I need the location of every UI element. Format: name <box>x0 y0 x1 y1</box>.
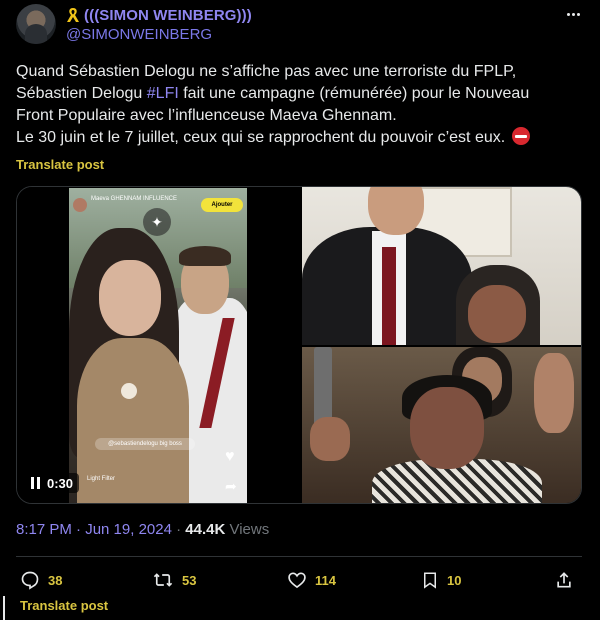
bookmark-icon <box>424 572 436 589</box>
like-button[interactable]: 114 <box>287 568 336 592</box>
video-frame: Maeva GHENNAM INFLUENCE Ajouter ✦ @sebas… <box>69 188 247 503</box>
timestamp-link[interactable]: 8:17 PM · Jun 19, 2024 <box>16 521 172 538</box>
photo-hand <box>310 417 350 461</box>
video-pendant <box>121 383 137 399</box>
photo-man-tie <box>382 247 396 345</box>
tweet: (((SIMON WEINBERG))) @SIMONWEINBERG Quan… <box>0 0 600 620</box>
tweet-line-3: Front Populaire avec l’influenceuse Maev… <box>16 107 397 124</box>
video-player[interactable]: Maeva GHENNAM INFLUENCE Ajouter ✦ @sebas… <box>17 187 301 503</box>
video-channel-name: Maeva GHENNAM INFLUENCE <box>91 196 178 202</box>
no-entry-icon <box>511 127 530 145</box>
action-bar: 38 53 114 10 <box>16 568 582 592</box>
views-label: Views <box>225 521 270 538</box>
video-controls[interactable]: 0:30 <box>25 473 80 493</box>
reply-count: 38 <box>48 572 63 588</box>
focus-indicator <box>3 596 5 620</box>
author-avatar[interactable] <box>16 4 56 44</box>
yellow-ribbon-icon <box>66 7 80 23</box>
tweet-text-segment: Sébastien Delogu <box>16 85 147 102</box>
share-arrow-icon: ➦ <box>225 478 237 494</box>
bookmark-button[interactable]: 10 <box>421 568 461 592</box>
repost-count: 53 <box>182 572 197 588</box>
tweet-text-segment: fait une campagne (rémunérée) pour le No… <box>178 85 530 102</box>
tweet-text: Quand Sébastien Delogu ne s’affiche pas … <box>16 61 586 149</box>
like-count: 114 <box>315 572 336 588</box>
author-handle[interactable]: @SIMONWEINBERG <box>66 26 212 43</box>
media-right-column <box>302 187 581 503</box>
photo-woman-face <box>468 285 526 343</box>
tweet-meta: 8:17 PM · Jun 19, 2024 · 44.4K Views <box>16 521 269 538</box>
dot-icon <box>566 12 570 16</box>
video-follow-label: Ajouter <box>211 202 233 208</box>
media-grid: Maeva GHENNAM INFLUENCE Ajouter ✦ @sebas… <box>16 186 582 504</box>
author-name-row: (((SIMON WEINBERG))) <box>66 6 252 24</box>
bookmark-count: 10 <box>447 572 462 588</box>
more-options-button[interactable] <box>562 6 584 22</box>
tweet-line-4: Le 30 juin et le 7 juillet, ceux qui se … <box>16 127 586 149</box>
tweet-line-1: Quand Sébastien Delogu ne s’affiche pas … <box>16 63 517 80</box>
dot-icon <box>571 12 575 16</box>
pause-icon[interactable] <box>31 477 41 489</box>
heart-icon: ♥ <box>225 448 235 465</box>
photo-raised-hand <box>534 353 574 433</box>
translate-post-link-bottom[interactable]: Translate post <box>20 598 108 613</box>
photo-woman-face <box>410 387 484 469</box>
divider <box>16 556 582 557</box>
meta-separator: · <box>171 521 186 538</box>
video-woman-face <box>99 260 161 336</box>
video-channel-avatar <box>73 198 87 212</box>
tweet-line-2: Sébastien Delogu #LFI fait une campagne … <box>16 83 586 105</box>
reply-button[interactable]: 38 <box>20 568 62 592</box>
hashtag-link[interactable]: #LFI <box>147 85 179 102</box>
repost-icon <box>153 573 173 587</box>
video-caption: @sebastiendelogu big boss <box>95 438 195 450</box>
reply-icon <box>21 571 39 590</box>
video-follow-button: Ajouter <box>201 198 243 212</box>
dot-icon <box>576 12 580 16</box>
photo-rally[interactable] <box>302 347 581 503</box>
video-timestamp: 0:30 <box>47 475 74 491</box>
share-icon <box>557 572 571 588</box>
tweet-text-segment: Le 30 juin et le 7 juillet, ceux qui se … <box>16 129 506 146</box>
heart-outline-icon <box>288 572 306 589</box>
repost-button[interactable]: 53 <box>152 568 196 592</box>
sparkle-icon: ✦ <box>143 208 171 236</box>
video-man-hair <box>179 246 231 266</box>
views-count[interactable]: 44.4K <box>185 521 225 538</box>
video-filter-label: Light Filter <box>87 476 116 482</box>
author-display-name[interactable]: (((SIMON WEINBERG))) <box>84 7 252 24</box>
share-button[interactable] <box>554 568 574 592</box>
photo-man-and-woman[interactable] <box>302 187 581 345</box>
translate-post-link[interactable]: Translate post <box>16 157 104 172</box>
